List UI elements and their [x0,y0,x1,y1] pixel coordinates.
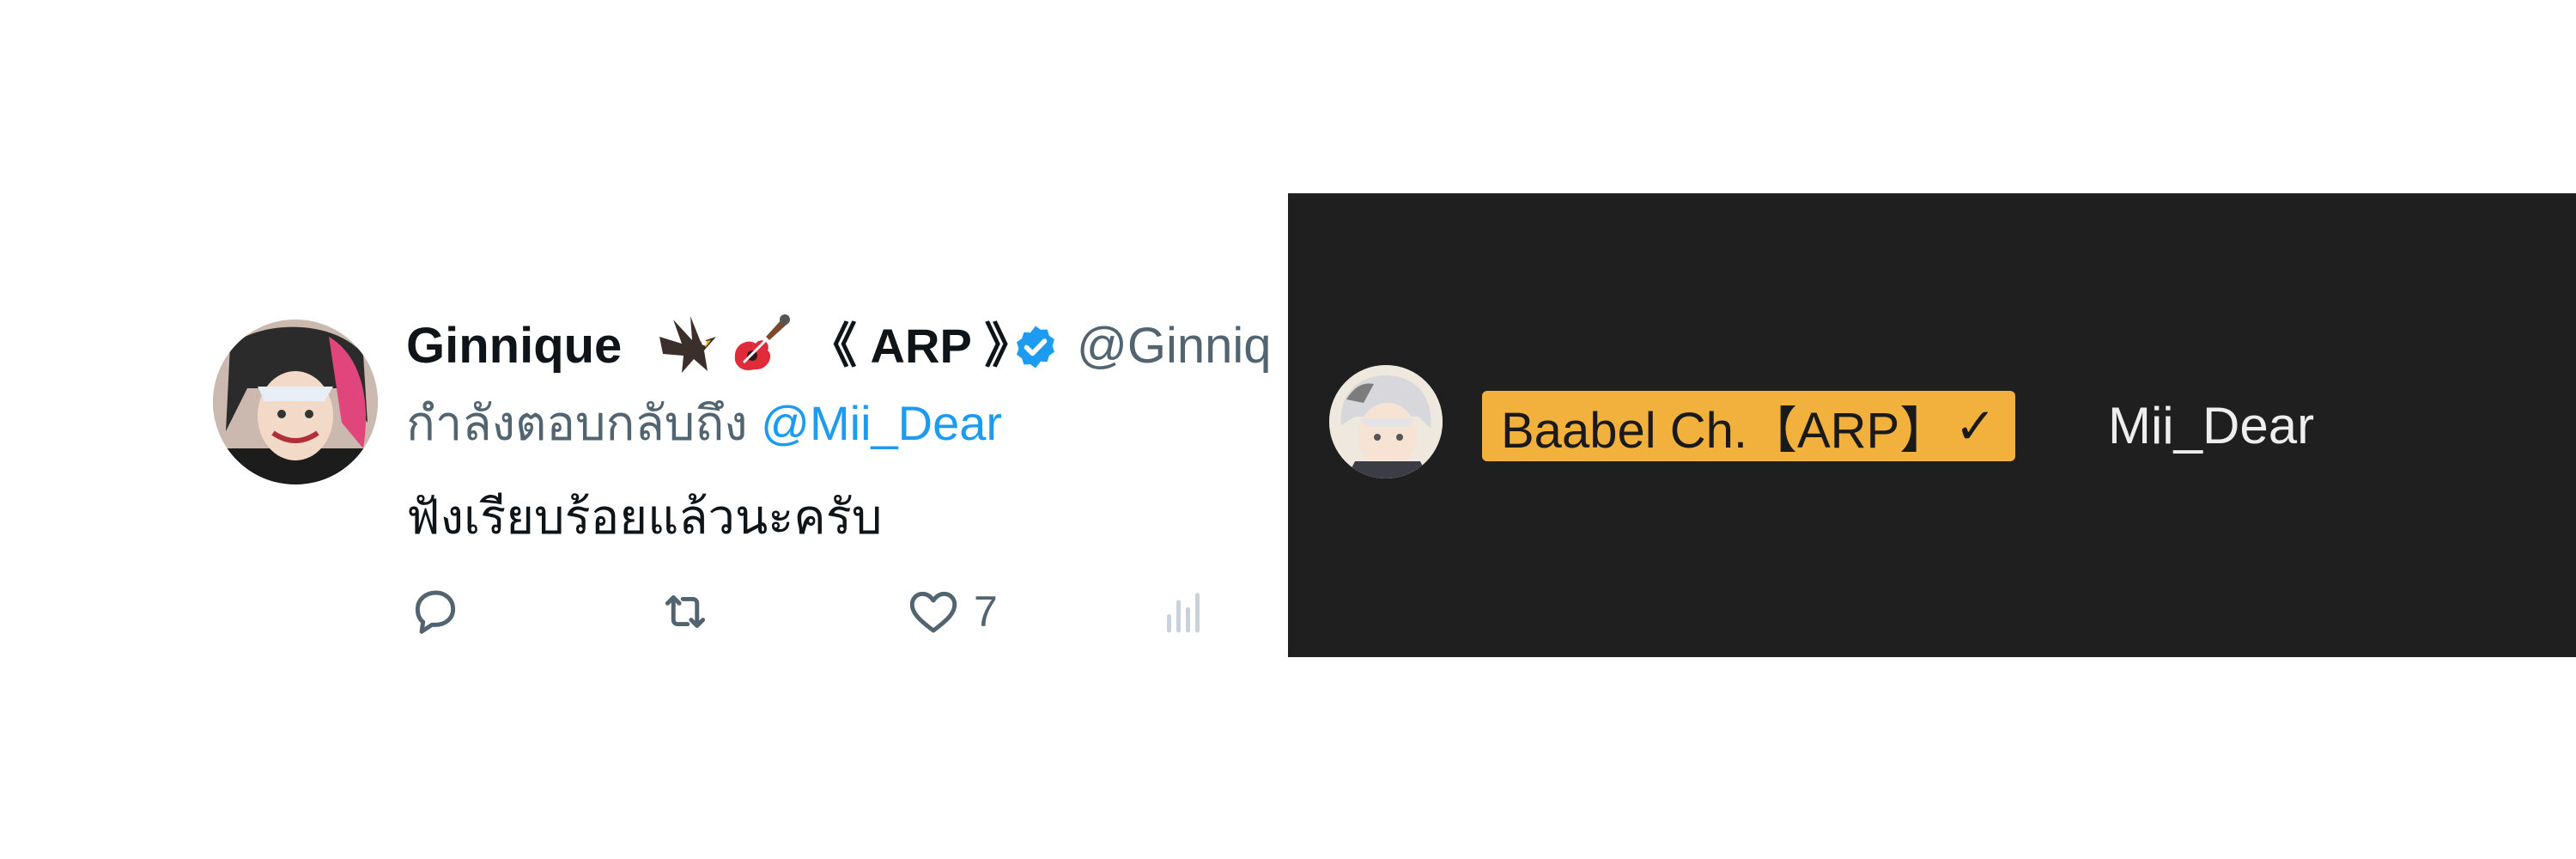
mention-link[interactable]: @Mii_Dear [761,396,1002,450]
analytics-button[interactable] [1155,581,1212,643]
replying-to-prefix: กำลังตอบกลับถึง [406,396,748,450]
user-handle[interactable]: @Ginniq [1077,316,1272,376]
chat-username[interactable]: Mii_Dear [2108,391,2314,461]
tweet-reply: Ginnique 《 ARP 》 @Ginniq กำลังตอบกลับถึง… [0,0,1288,859]
chat-message-panel: Baabel Ch.【ARP】 ✓ Mii_Dear [1288,193,2576,657]
avatar-illustration [1329,365,1443,478]
tweet-text: ฟังเรียบร้อยแล้วนะครับ [406,490,883,544]
replying-to-line: กำลังตอบกลับถึง @Mii_Dear [406,393,1002,454]
like-count: 7 [974,588,998,636]
eagle-icon [659,316,716,373]
name-tag: 《 ARP 》 [809,319,1033,373]
verified-badge-icon [1017,326,1054,369]
ginnique-avatar[interactable] [213,320,378,484]
retweet-icon [665,595,706,628]
reply-icon [415,590,456,634]
user-badge[interactable]: Baabel Ch.【ARP】 ✓ [1482,391,2015,461]
like-button[interactable]: 7 [905,581,998,643]
badge-name: Baabel Ch.【ARP】 [1501,403,1950,459]
heart-icon [909,591,957,633]
reply-button[interactable] [407,581,464,643]
analytics-icon [1167,593,1200,633]
badge-check-icon: ✓ [1954,399,1996,454]
baabel-avatar[interactable] [1329,365,1443,478]
avatar-illustration [213,320,378,484]
retweet-button[interactable] [657,581,714,643]
guitar-icon [734,314,790,371]
display-name[interactable]: Ginnique [406,316,622,376]
